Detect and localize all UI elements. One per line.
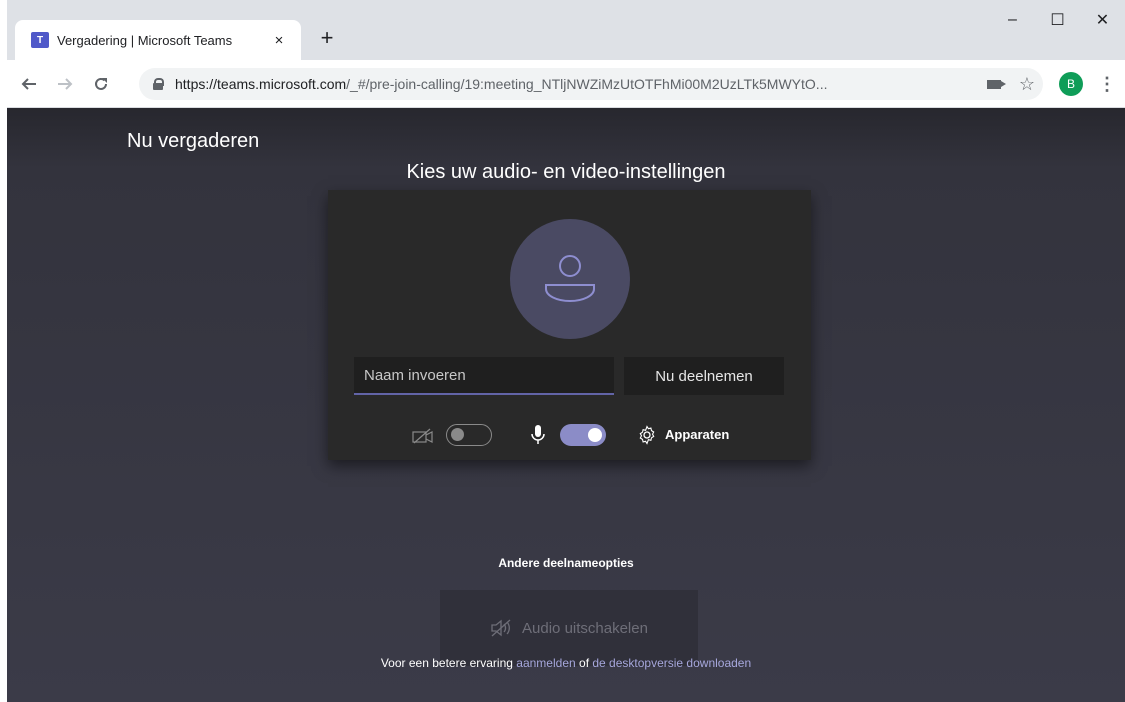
- tab-title: Vergadering | Microsoft Teams: [57, 32, 233, 48]
- page-title: Kies uw audio- en video-instellingen: [406, 161, 726, 183]
- other-join-options-label: Andere deelnameopties: [498, 556, 634, 570]
- window-controls: – ☐ ✕: [990, 0, 1125, 40]
- profile-avatar[interactable]: B: [1059, 72, 1083, 96]
- audio-toggle-knob: [588, 428, 602, 442]
- omnibox-actions: ☆: [986, 74, 1035, 95]
- join-now-button[interactable]: Nu deelnemen: [624, 357, 784, 395]
- camera-icon[interactable]: [986, 79, 1006, 89]
- minimize-button[interactable]: –: [990, 0, 1035, 40]
- browser-toolbar: https://teams.microsoft.com/_#/pre-join-…: [7, 60, 1125, 108]
- browser-tab[interactable]: T Vergadering | Microsoft Teams ×: [15, 20, 301, 60]
- person-icon: [545, 255, 595, 302]
- audio-off-button[interactable]: Audio uitschakelen: [440, 590, 698, 666]
- kebab-menu-icon[interactable]: ⋮: [1097, 72, 1117, 96]
- av-controls: Apparaten: [328, 420, 811, 450]
- page-heading: Nu vergaderen: [127, 130, 260, 152]
- video-toggle-knob: [451, 428, 464, 441]
- audio-toggle[interactable]: [560, 424, 606, 446]
- teams-prejoin-page: Nu vergaderen Kies uw audio- en video-in…: [7, 108, 1125, 702]
- video-toggle[interactable]: [446, 424, 492, 446]
- desktop-download-link[interactable]: de desktopversie downloaden: [592, 656, 751, 670]
- footer-prefix: Voor een betere ervaring: [380, 656, 513, 670]
- close-window-button[interactable]: ✕: [1080, 0, 1125, 40]
- address-bar[interactable]: https://teams.microsoft.com/_#/pre-join-…: [139, 68, 1043, 100]
- name-input[interactable]: [354, 357, 614, 395]
- maximize-button[interactable]: ☐: [1035, 0, 1080, 40]
- audio-off-label: Audio uitschakelen: [522, 619, 648, 637]
- url-path: /_#/pre-join-calling/19:meeting_NTljNWZi…: [346, 76, 828, 92]
- browser-window: T Vergadering | Microsoft Teams × + – ☐ …: [7, 0, 1125, 702]
- lock-icon[interactable]: [153, 78, 164, 90]
- prejoin-panel: Nu deelnemen: [328, 190, 811, 460]
- gear-icon[interactable]: [637, 425, 657, 445]
- forward-arrow-icon[interactable]: [51, 70, 79, 98]
- reload-icon[interactable]: [87, 70, 115, 98]
- star-icon[interactable]: ☆: [1019, 74, 1035, 95]
- microphone-icon: [531, 425, 545, 444]
- video-off-icon: [412, 428, 433, 444]
- user-avatar-placeholder: [510, 219, 630, 339]
- new-tab-button[interactable]: +: [313, 24, 341, 52]
- sign-in-link[interactable]: aanmelden: [516, 656, 575, 670]
- url-base: https://teams.microsoft.com: [175, 76, 347, 92]
- teams-favicon-icon: T: [31, 32, 49, 48]
- footer-text: Voor een betere ervaring aanmelden of de…: [7, 656, 1125, 670]
- tab-strip: T Vergadering | Microsoft Teams × + – ☐ …: [7, 0, 1125, 60]
- url-text[interactable]: https://teams.microsoft.com/_#/pre-join-…: [175, 76, 955, 92]
- devices-button[interactable]: Apparaten: [665, 427, 729, 442]
- speaker-off-icon: [491, 619, 511, 637]
- footer-middle: of: [579, 656, 590, 670]
- back-arrow-icon[interactable]: [15, 70, 43, 98]
- tab-close-icon[interactable]: ×: [265, 32, 293, 49]
